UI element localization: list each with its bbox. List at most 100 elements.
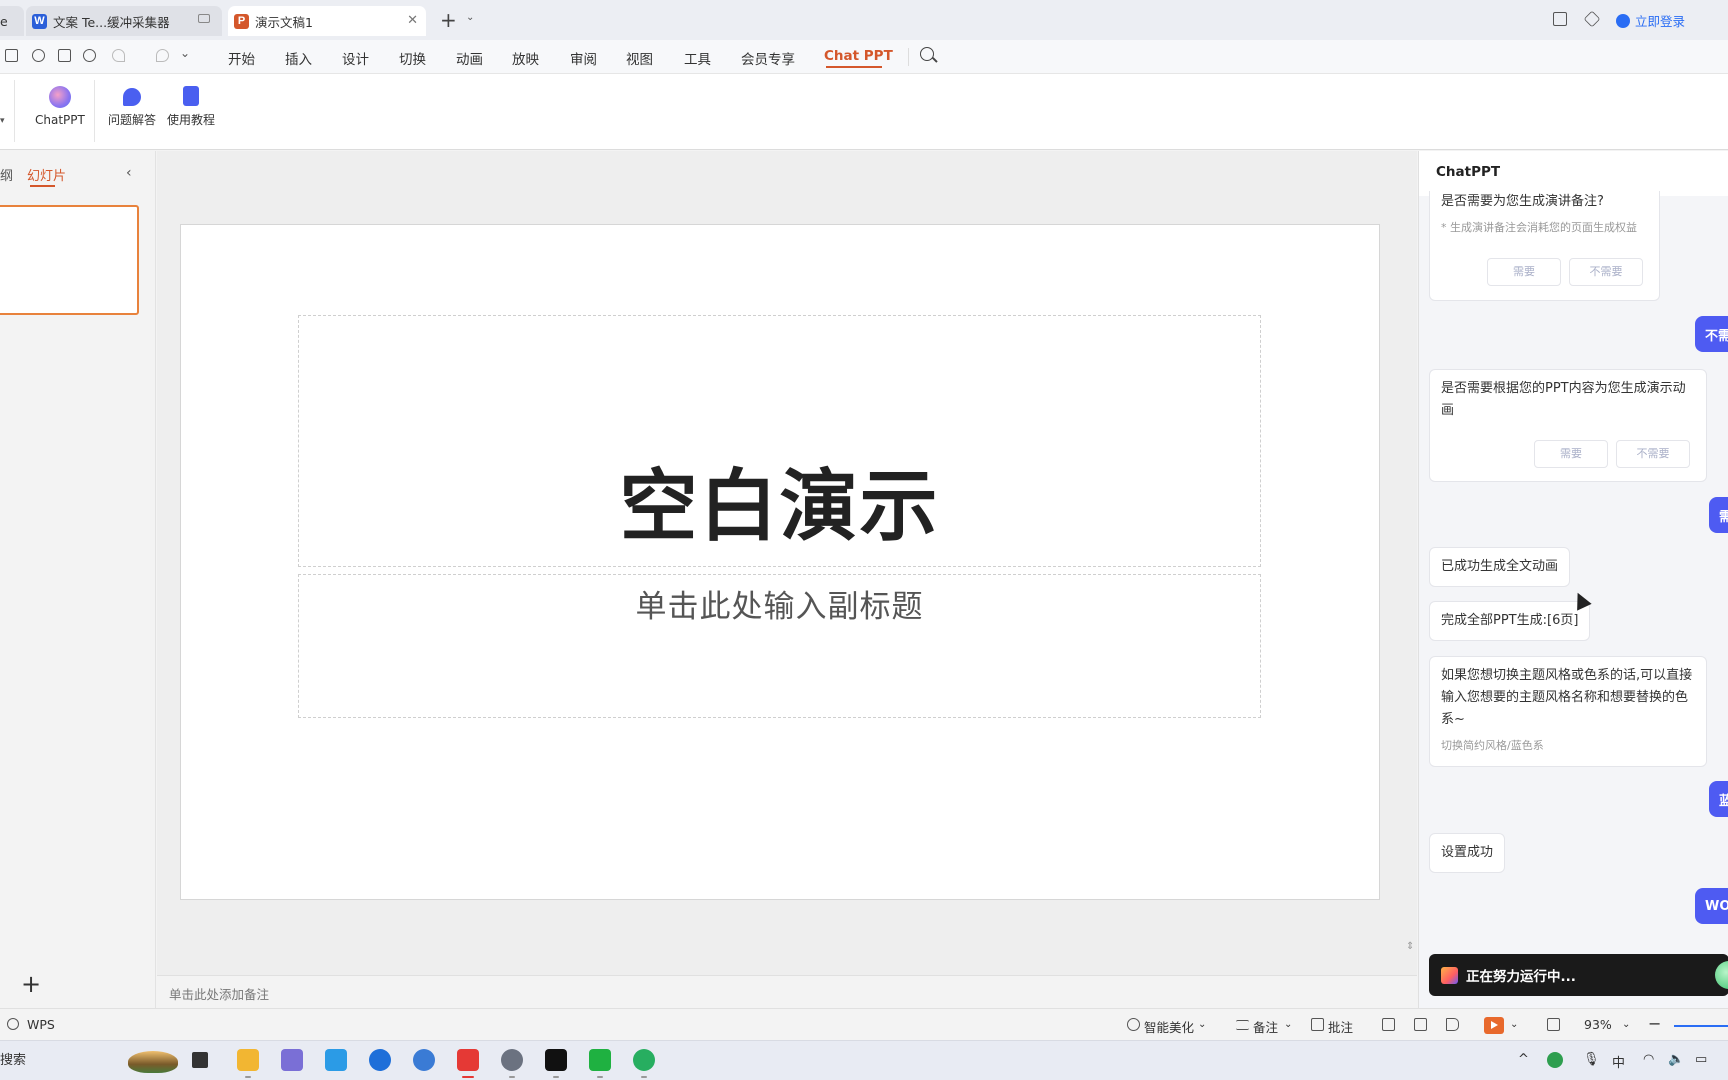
- ribbon-toolbar: ▾ ChatPPT 问题解答 使用教程: [0, 74, 1728, 150]
- zoom-out-icon[interactable]: −: [1648, 1014, 1661, 1033]
- search-highlight-image: [128, 1051, 178, 1073]
- menu-review[interactable]: 审阅: [570, 48, 597, 68]
- running-indicator: [553, 1076, 559, 1078]
- tab-label: 演示文稿1: [255, 14, 313, 30]
- menu-home[interactable]: 开始: [228, 48, 255, 68]
- chevron-down-icon[interactable]: ⌄: [466, 12, 474, 23]
- battery-icon[interactable]: ▭: [1695, 1052, 1707, 1067]
- layout-icon[interactable]: [1553, 12, 1567, 26]
- slide-title[interactable]: 空白演示: [299, 444, 1260, 556]
- status-bar: WPS 智能美化 ⌄ 备注 ⌄ 批注 ⌄ 93% ⌄ −: [0, 1008, 1728, 1040]
- browser-icon[interactable]: [369, 1049, 391, 1071]
- qa-button[interactable]: 问题解答: [108, 86, 156, 128]
- menu-insert[interactable]: 插入: [285, 48, 312, 68]
- chevron-down-icon[interactable]: ⌄: [1622, 1019, 1630, 1030]
- input-method[interactable]: 中: [1612, 1052, 1625, 1071]
- menu-slideshow[interactable]: 放映: [512, 48, 539, 68]
- running-status-bar: 正在努力运行中...: [1429, 954, 1728, 996]
- menu-membership[interactable]: 会员专享: [741, 48, 795, 68]
- zoom-level[interactable]: 93%: [1584, 1017, 1612, 1032]
- yes-button[interactable]: 需要: [1487, 258, 1561, 286]
- link-icon[interactable]: [32, 49, 45, 62]
- notes-pane[interactable]: 单击此处添加备注: [157, 975, 1417, 1008]
- assistant-orb-icon[interactable]: [1715, 961, 1728, 989]
- menu-bar: ⌄ 开始 插入 设计 切换 动画 放映 审阅 视图 工具 会员专享 Chat P…: [0, 40, 1728, 74]
- play-slideshow-icon[interactable]: [1484, 1017, 1504, 1034]
- comments-button[interactable]: 批注: [1328, 1017, 1353, 1036]
- iqiyi-icon[interactable]: [589, 1049, 611, 1071]
- notes-placeholder[interactable]: 单击此处添加备注: [169, 984, 269, 1003]
- bot-message: 完成全部PPT生成:[6页]: [1429, 601, 1591, 641]
- slide-subtitle[interactable]: 单击此处输入副标题: [299, 581, 1260, 626]
- chevron-down-icon[interactable]: ▾: [0, 116, 5, 126]
- tray-app-icon[interactable]: [1547, 1052, 1563, 1068]
- sync-app-icon[interactable]: [325, 1049, 347, 1071]
- menu-tools[interactable]: 工具: [684, 48, 711, 68]
- menu-transitions[interactable]: 切换: [399, 48, 426, 68]
- app-name[interactable]: WPS: [27, 1017, 55, 1032]
- notes-toggle-button[interactable]: 备注: [1253, 1017, 1278, 1036]
- tab-label: 文案 Te...缓冲采集器: [53, 14, 170, 30]
- user-message-bubble: 需: [1709, 497, 1728, 533]
- cube-icon[interactable]: [1583, 10, 1601, 28]
- search-icon[interactable]: [920, 47, 934, 61]
- tutorial-button[interactable]: 使用教程: [167, 86, 215, 128]
- monitor-icon[interactable]: [198, 14, 210, 23]
- add-tab-icon[interactable]: +: [440, 8, 457, 32]
- grid-view-icon[interactable]: [1414, 1018, 1427, 1031]
- preview-icon[interactable]: [83, 49, 96, 62]
- wechat-icon[interactable]: [633, 1049, 655, 1071]
- resize-handle-icon[interactable]: ⇕: [1406, 942, 1414, 952]
- close-icon[interactable]: ✕: [407, 13, 418, 28]
- print-icon[interactable]: [58, 49, 71, 62]
- slide[interactable]: 空白演示 单击此处输入副标题: [181, 225, 1379, 899]
- chevron-down-icon[interactable]: ⌄: [1510, 1019, 1518, 1030]
- smart-beautify-button[interactable]: 智能美化: [1144, 1017, 1194, 1036]
- login-button[interactable]: 立即登录: [1616, 11, 1685, 30]
- wps-status-icon[interactable]: [7, 1018, 19, 1030]
- normal-view-icon[interactable]: [1382, 1018, 1395, 1031]
- menu-chatppt[interactable]: Chat PPT: [824, 48, 893, 64]
- menu-design[interactable]: 设计: [342, 48, 369, 68]
- yes-button[interactable]: 需要: [1534, 440, 1608, 468]
- save-icon[interactable]: [5, 49, 18, 62]
- taskbar-search[interactable]: 搜索: [0, 1049, 26, 1068]
- no-button[interactable]: 不需要: [1616, 440, 1690, 468]
- menu-view[interactable]: 视图: [626, 48, 653, 68]
- file-explorer-icon[interactable]: [237, 1049, 259, 1071]
- undo-icon[interactable]: [112, 49, 125, 62]
- tab-outline[interactable]: 纲: [0, 165, 13, 184]
- menu-animations[interactable]: 动画: [456, 48, 483, 68]
- chevron-up-icon[interactable]: ^: [1518, 1052, 1529, 1067]
- chevron-down-icon[interactable]: ⌄: [1284, 1019, 1292, 1030]
- task-view-icon[interactable]: [192, 1052, 208, 1068]
- theme-suggestion-hint[interactable]: 切换简约风格/蓝色系: [1441, 735, 1695, 757]
- volume-icon[interactable]: 🔈: [1668, 1052, 1684, 1067]
- chevron-down-icon[interactable]: ⌄: [1198, 1019, 1206, 1030]
- slide-thumbnail[interactable]: [0, 205, 139, 315]
- app-icon[interactable]: [281, 1049, 303, 1071]
- chevron-left-icon[interactable]: ‹: [126, 165, 132, 181]
- reading-view-icon[interactable]: [1446, 1018, 1459, 1031]
- settings-icon[interactable]: [501, 1049, 523, 1071]
- tab-slides[interactable]: 幻灯片: [27, 165, 66, 184]
- chatppt-button[interactable]: ChatPPT: [35, 86, 85, 127]
- microphone-icon[interactable]: 🎙: [1583, 1052, 1600, 1067]
- title-placeholder[interactable]: 空白演示: [298, 315, 1261, 567]
- video-recorder-icon[interactable]: [545, 1049, 567, 1071]
- add-slide-icon[interactable]: +: [21, 970, 41, 998]
- fit-window-icon[interactable]: [1547, 1018, 1560, 1031]
- sogou-icon[interactable]: [413, 1049, 435, 1071]
- theme-suggestion-card: 如果您想切换主题风格或色系的话,可以直接输入您想要的主题风格名称和想要替换的色系…: [1429, 656, 1707, 767]
- wifi-icon[interactable]: ◠: [1643, 1052, 1654, 1067]
- subtitle-placeholder[interactable]: 单击此处输入副标题: [298, 574, 1261, 718]
- wps-taskbar-icon[interactable]: [457, 1049, 479, 1071]
- tab-partial[interactable]: e: [0, 6, 24, 36]
- zoom-slider[interactable]: [1674, 1025, 1728, 1027]
- tab-presentation[interactable]: P 演示文稿1 ✕: [228, 6, 426, 36]
- no-button[interactable]: 不需要: [1569, 258, 1643, 286]
- user-message-bubble: WO: [1695, 888, 1728, 924]
- tab-word-document[interactable]: W 文案 Te...缓冲采集器: [26, 6, 222, 36]
- chevron-down-icon[interactable]: ⌄: [180, 46, 190, 60]
- redo-icon[interactable]: [156, 49, 169, 62]
